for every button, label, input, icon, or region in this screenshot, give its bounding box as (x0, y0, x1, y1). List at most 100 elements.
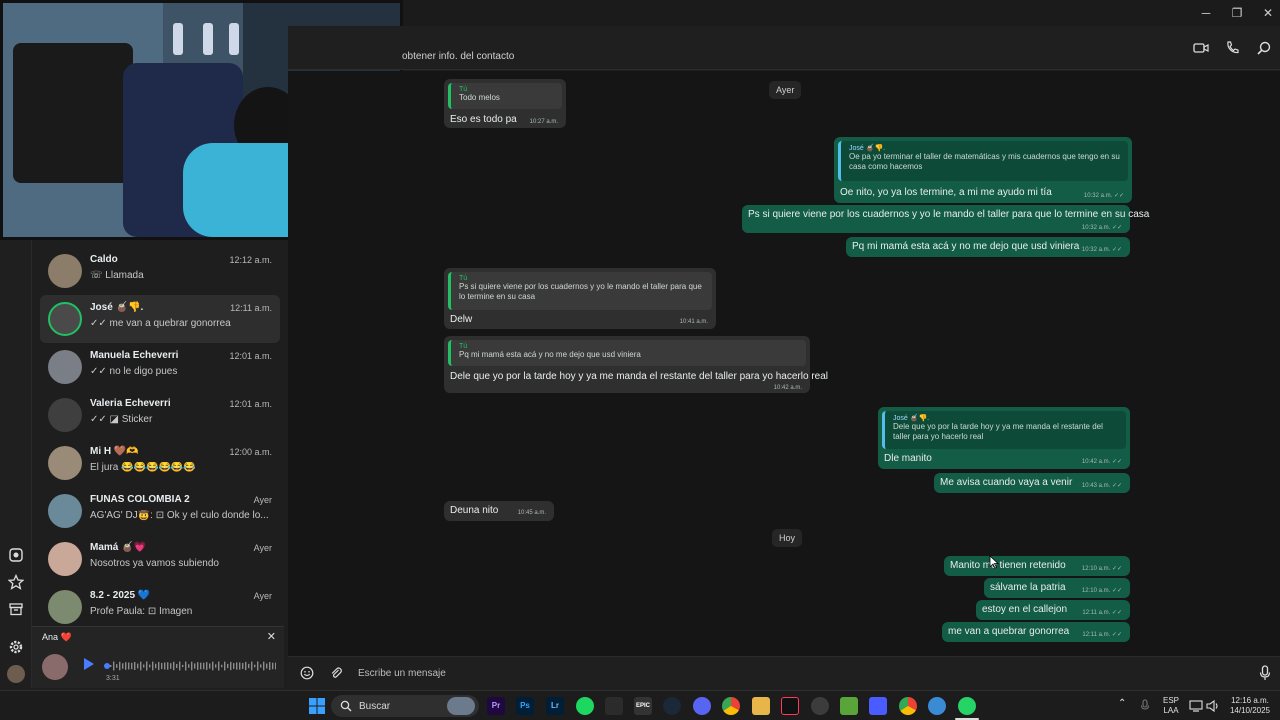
taskbar-search[interactable]: Buscar (331, 695, 479, 717)
chrome-icon[interactable] (722, 697, 740, 715)
search-icon[interactable] (1256, 40, 1272, 56)
message-text: Eso es todo pa (450, 114, 517, 125)
minecraft-icon[interactable] (840, 697, 858, 715)
waveform-bar (194, 663, 196, 669)
minimize-button[interactable]: ─ (1190, 3, 1222, 23)
microphone-icon[interactable] (1258, 665, 1272, 681)
chat-item-mama[interactable]: Mamá 🧉💗 Ayer Nosotros ya vamos subiendo (40, 535, 280, 583)
file-explorer-icon[interactable] (752, 697, 770, 715)
video-call-icon[interactable] (1193, 40, 1209, 56)
app-icon[interactable] (869, 697, 887, 715)
message-outgoing[interactable]: Pq mi mamá esta acá y no me dejo que usd… (846, 237, 1130, 257)
lightroom-icon[interactable]: Lr (546, 697, 564, 715)
message-outgoing[interactable]: José 🧉👎. Oe pa yo terminar el taller de … (834, 137, 1132, 203)
message-outgoing[interactable]: me van a quebrar gonorrea 12:11 a.m. ✓✓ (942, 622, 1130, 642)
archive-icon[interactable] (8, 601, 24, 617)
quoted-message[interactable]: José 🧉👎. Dele que yo por la tarde hoy y … (882, 411, 1126, 449)
quoted-message[interactable]: Tú Todo melos (448, 83, 562, 109)
status-icon[interactable] (8, 547, 24, 563)
quoted-message[interactable]: Tú Pq mi mamá esta acá y no me dejo que … (448, 340, 806, 366)
input-language[interactable]: ESP LAA (1160, 696, 1182, 716)
discord-icon[interactable] (693, 697, 711, 715)
chat-preview: El jura 😂😂😂😂😂😂 (90, 462, 196, 473)
steam-icon[interactable] (663, 697, 681, 715)
waveform-bar (128, 662, 130, 670)
waveform-bar (167, 662, 169, 670)
quoted-message[interactable]: José 🧉👎. Oe pa yo terminar el taller de … (838, 141, 1128, 181)
attach-icon[interactable] (329, 666, 343, 680)
chat-item-valeria[interactable]: Valeria Echeverri 12:01 a.m. ✓✓ ◪ Sticke… (40, 391, 280, 439)
mouse-cursor-icon (989, 555, 999, 569)
clock-time: 12:16 a.m. (1231, 696, 1269, 705)
message-text: Manito me tienen retenido (950, 560, 1066, 571)
profile-avatar[interactable] (7, 665, 25, 683)
maximize-button[interactable]: ❐ (1221, 3, 1253, 23)
network-icon[interactable] (1189, 699, 1203, 713)
audio-duration: 3:31 (106, 675, 120, 682)
waveform-bar (245, 661, 247, 671)
message-outgoing[interactable]: Me avisa cuando vaya a venir 10:43 a.m. … (934, 473, 1130, 493)
message-incoming[interactable]: Tú Pq mi mamá esta acá y no me dejo que … (444, 336, 828, 393)
play-icon[interactable] (84, 658, 94, 670)
windows-start-icon[interactable] (309, 698, 325, 714)
taskbar: Buscar Pr Ps Lr EPIC ⌃ ESP LAA 12:16 a.m.… (0, 690, 1280, 720)
chrome-profile-icon[interactable] (899, 697, 917, 715)
message-outgoing[interactable]: Ps si quiere viene por los cuadernos y y… (742, 205, 1149, 233)
message-outgoing[interactable]: sálvame la patria 12:10 a.m. ✓✓ (984, 578, 1130, 598)
waveform-bar (206, 662, 208, 670)
chat-preview: Profe Paula: ⊡ Imagen (90, 606, 193, 617)
quote-text: Todo melos (459, 93, 500, 102)
waveform-bar (140, 661, 142, 671)
whatsapp-icon[interactable] (958, 697, 976, 715)
message-outgoing[interactable]: estoy en el callejon 12:11 a.m. ✓✓ (976, 600, 1130, 620)
epic-games-icon[interactable]: EPIC (634, 697, 652, 715)
quote-author: Tú (459, 343, 468, 350)
quote-text: Ps si quiere viene por los cuadernos y y… (459, 282, 702, 301)
waveform-bar (221, 664, 223, 668)
settings-icon[interactable] (8, 639, 24, 655)
emoji-icon[interactable] (300, 666, 314, 680)
obs-icon[interactable] (811, 697, 829, 715)
waveform-bar (176, 663, 178, 669)
chat-header[interactable]: obtener info. del contacto (288, 26, 1280, 70)
chat-item-8-2[interactable]: 8.2 - 2025 💙 Ayer Profe Paula: ⊡ Imagen (40, 583, 280, 631)
avatar (48, 542, 82, 576)
contact-info-link[interactable]: obtener info. del contacto (402, 51, 514, 62)
quoted-message[interactable]: Tú Ps si quiere viene por los cuadernos … (448, 272, 712, 310)
message-incoming[interactable]: Tú Ps si quiere viene por los cuadernos … (444, 268, 716, 329)
waveform-bar (251, 661, 253, 671)
waveform[interactable] (104, 661, 276, 671)
quote-text: Dele que yo por la tarde hoy y ya me man… (893, 422, 1103, 441)
chat-item-caldo[interactable]: Caldo 12:12 a.m. ☏ Llamada (40, 247, 280, 295)
chat-item-manuela[interactable]: Manuela Echeverri 12:01 a.m. ✓✓ no le di… (40, 343, 280, 391)
chat-item-funas[interactable]: FUNAS COLOMBIA 2 Ayer AG'AG' DJ🤠: ⊡ Ok y… (40, 487, 280, 535)
tray-chevron-icon[interactable]: ⌃ (1118, 699, 1126, 709)
message-input[interactable] (358, 663, 1198, 683)
tiktok-studio-icon[interactable] (605, 697, 623, 715)
chat-item-mi-h[interactable]: Mi H 🤎🫶 12:00 a.m. El jura 😂😂😂😂😂😂 (40, 439, 280, 487)
volume-icon[interactable] (1206, 699, 1220, 713)
close-icon[interactable]: ✕ (267, 630, 276, 643)
voice-call-icon[interactable] (1224, 40, 1240, 56)
message-time: 12:10 a.m. ✓✓ (1081, 588, 1122, 594)
waveform-bar (155, 663, 157, 669)
close-window-button[interactable]: ✕ (1252, 3, 1280, 23)
star-icon[interactable] (8, 574, 24, 590)
message-incoming[interactable]: Deuna nito 10:45 a.m. (444, 501, 554, 521)
message-time: 12:11 a.m. ✓✓ (1082, 632, 1122, 638)
message-outgoing[interactable]: José 🧉👎. Dele que yo por la tarde hoy y … (878, 407, 1130, 469)
microphone-icon[interactable] (1140, 699, 1150, 713)
clock[interactable]: 12:16 a.m. 14/10/2025 (1224, 696, 1276, 716)
browser-icon[interactable] (928, 697, 946, 715)
tiktok-icon[interactable] (781, 697, 799, 715)
message-outgoing[interactable]: Manito me tienen retenido 12:10 a.m. ✓✓ (944, 556, 1130, 576)
chat-preview: ✓✓ ◪ Sticker (90, 414, 153, 425)
premiere-icon[interactable]: Pr (487, 697, 505, 715)
photoshop-icon[interactable]: Ps (516, 697, 534, 715)
avatar (48, 398, 82, 432)
chat-item-jose[interactable]: José 🧉👎. 12:11 a.m. ✓✓ me van a quebrar … (40, 295, 280, 343)
message-incoming[interactable]: Tú Todo melos Eso es todo pa 10:27 a.m. (444, 79, 566, 128)
chat-time: Ayer (253, 495, 272, 505)
spotify-icon[interactable] (576, 697, 594, 715)
message-text: Me avisa cuando vaya a venir (940, 477, 1073, 488)
